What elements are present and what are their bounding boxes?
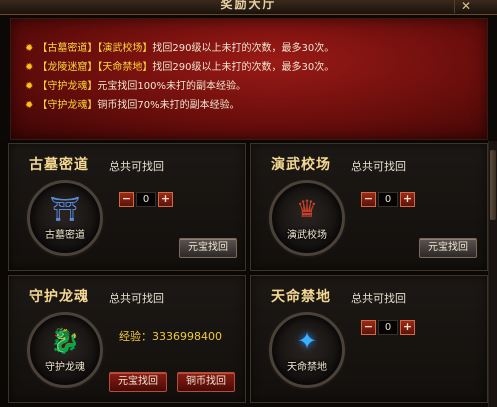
plus-button[interactable]: + [400, 320, 415, 335]
info-tag: 【龙陵迷窟】 [37, 62, 98, 73]
forbidden-land-emblem-icon: ✦ 天命禁地 [269, 312, 345, 388]
info-text: 找回290级以上未打的次数，最多30次。 [152, 43, 335, 54]
yuanbao-retrieve-button[interactable]: 元宝找回 [179, 238, 237, 258]
info-line: ✹ 【守护龙魂】铜币找回70%未打的副本经验。 [25, 98, 240, 114]
total-label: 总共可找回 [351, 160, 406, 173]
total-label: 总共可找回 [109, 292, 164, 305]
info-tag: 【守护龙魂】 [37, 81, 98, 92]
count-value[interactable]: 0 [378, 192, 398, 207]
dragon-soul-emblem-icon: 🐉 守护龙魂 [27, 312, 103, 388]
total-label: 总共可找回 [351, 292, 406, 305]
plus-button[interactable]: + [400, 192, 415, 207]
dungeon-grid: 古墓密道 总共可找回 ⛩ 古墓密道 − 0 + 元宝找回 演武校场 总共可找回 … [0, 141, 497, 407]
card-shouhu-longhun: 守护龙魂 总共可找回 🐉 守护龙魂 经验：3336998400 元宝找回 铜币找… [8, 275, 246, 403]
info-line: ✹ 【守护龙魂】元宝找回100%未打的副本经验。 [25, 79, 246, 95]
close-button[interactable]: ✕ [454, 0, 477, 13]
card-title: 古墓密道 [29, 157, 89, 173]
card-tianming-jindi: 天命禁地 总共可找回 ✦ 天命禁地 − 0 + [250, 275, 488, 403]
minus-button[interactable]: − [361, 192, 376, 207]
info-line: ✹ 【龙陵迷窟】【天命禁地】找回290级以上未打的次数，最多30次。 [25, 60, 334, 76]
arena-emblem-icon: ♛ 演武校场 [269, 180, 345, 256]
copper-retrieve-button[interactable]: 铜币找回 [177, 372, 235, 392]
info-tag: 【天命禁地】 [97, 62, 153, 73]
tomb-emblem-icon: ⛩ 古墓密道 [27, 180, 103, 256]
sun-icon: ✹ [25, 81, 34, 92]
info-text: 铜币找回70%未打的副本经验。 [97, 100, 240, 111]
emblem-label: 演武校场 [287, 230, 327, 241]
info-text: 找回290级以上未打的次数，最多30次。 [152, 62, 335, 73]
card-title: 天命禁地 [271, 289, 331, 305]
info-text: 元宝找回100%未打的副本经验。 [97, 81, 246, 92]
minus-button[interactable]: − [119, 192, 134, 207]
info-line: ✹ 【古墓密道】【演武校场】找回290级以上未打的次数，最多30次。 [25, 41, 334, 57]
total-label: 总共可找回 [109, 160, 164, 173]
info-panel: ✹ 【古墓密道】【演武校场】找回290级以上未打的次数，最多30次。 ✹ 【龙陵迷窟… [10, 18, 488, 140]
info-tag: 【古墓密道】 [37, 43, 98, 54]
minus-button[interactable]: − [361, 320, 376, 335]
title-bar: 奖励大厅 ✕ [0, 0, 497, 15]
yuanbao-retrieve-button[interactable]: 元宝找回 [419, 238, 477, 258]
sun-icon: ✹ [25, 43, 34, 54]
experience-value: 经验：3336998400 [119, 330, 222, 343]
card-title: 守护龙魂 [29, 289, 89, 305]
card-title: 演武校场 [271, 157, 331, 173]
card-yanwu-xiaochang: 演武校场 总共可找回 ♛ 演武校场 − 0 + 元宝找回 [250, 143, 488, 271]
window-title: 奖励大厅 [220, 0, 277, 11]
scrollbar-thumb[interactable] [490, 150, 496, 220]
card-gumu-midao: 古墓密道 总共可找回 ⛩ 古墓密道 − 0 + 元宝找回 [8, 143, 246, 271]
info-tag: 【演武校场】 [97, 43, 153, 54]
sun-icon: ✹ [25, 62, 34, 73]
emblem-label: 古墓密道 [45, 230, 85, 241]
info-tag: 【守护龙魂】 [37, 100, 98, 111]
emblem-label: 守护龙魂 [45, 362, 85, 373]
count-value[interactable]: 0 [378, 320, 398, 335]
yuanbao-retrieve-button[interactable]: 元宝找回 [109, 372, 167, 392]
sun-icon: ✹ [25, 100, 34, 111]
emblem-label: 天命禁地 [287, 362, 327, 373]
plus-button[interactable]: + [158, 192, 173, 207]
count-value[interactable]: 0 [136, 192, 156, 207]
